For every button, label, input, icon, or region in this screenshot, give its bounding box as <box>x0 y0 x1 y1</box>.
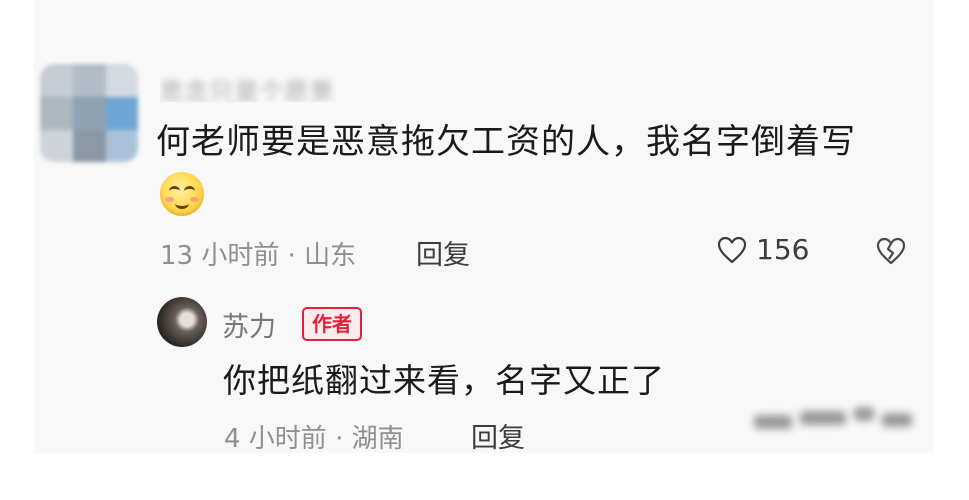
comment-time: 13 小时前 <box>160 241 280 271</box>
meta-separator: · <box>335 424 344 454</box>
comment-meta: 13 小时前 · 山东 <box>160 235 356 272</box>
author-name[interactable]: 苏力 <box>222 305 276 344</box>
comment-location: 山东 <box>304 241 357 271</box>
heart-icon <box>717 236 747 263</box>
comment-reply-button[interactable]: 回复 <box>416 233 470 272</box>
commenter-username-blurred[interactable]: 思念只是个愿景 <box>160 72 382 102</box>
like-count: 156 <box>756 233 810 266</box>
smiling-face-emoji-icon <box>160 172 204 216</box>
author-avatar[interactable] <box>157 297 207 347</box>
meta-separator: · <box>287 241 296 271</box>
reply-location: 湖南 <box>351 424 404 454</box>
reply-time: 4 小时前 <box>224 424 327 454</box>
comment-text: 何老师要是恶意拖欠工资的人，我名字倒着写 <box>156 122 856 162</box>
author-badge: 作者 <box>302 307 362 341</box>
like-button[interactable]: 156 <box>716 233 809 266</box>
commenter-avatar-blurred[interactable] <box>40 64 138 162</box>
dislike-broken-heart-icon[interactable] <box>874 235 908 267</box>
reply-text: 你把纸翻过来看，名字又正了 <box>223 361 665 400</box>
blurred-watermark <box>742 397 918 447</box>
reply-reply-button[interactable]: 回复 <box>471 416 525 455</box>
reply-meta: 4 小时前 · 湖南 <box>224 418 404 455</box>
